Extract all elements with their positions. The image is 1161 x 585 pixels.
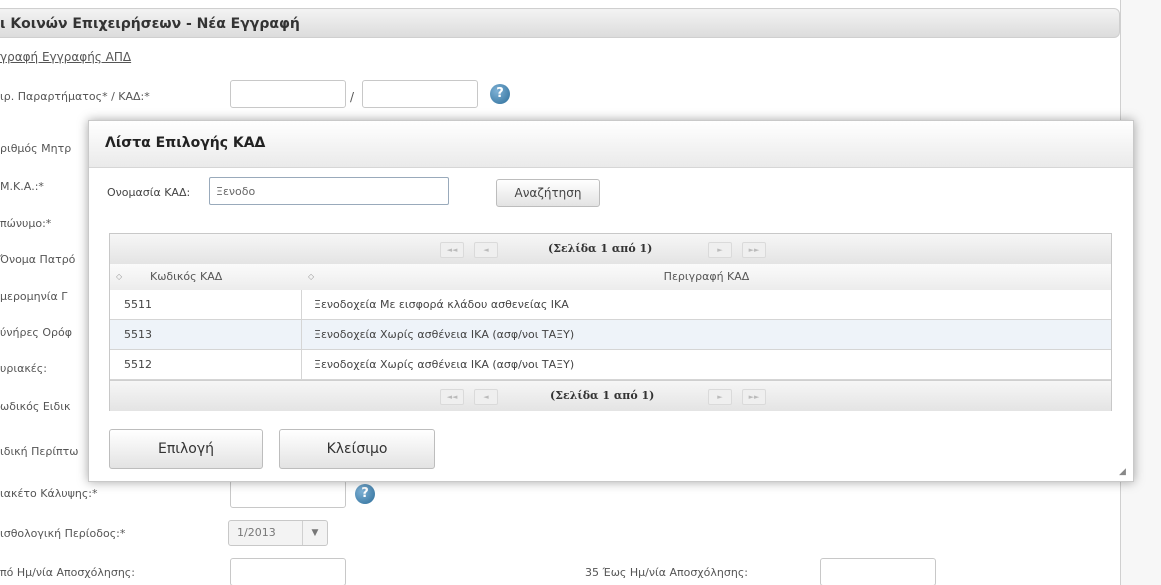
column-header-description[interactable]: Περιγραφή ΚΑΔ (302, 264, 1111, 290)
column-header-code[interactable]: Κωδικός ΚΑΔ (150, 264, 300, 290)
next-page-icon[interactable]: ► (708, 242, 732, 258)
pager-bottom: ◄◄ ◄ (Σελίδα 1 από 1) ► ►► (110, 380, 1111, 411)
pager-top: ◄◄ ◄ (Σελίδα 1 από 1) ► ►► (110, 234, 1111, 265)
field-separator: / (350, 90, 355, 104)
search-label: Ονομασία ΚΑΔ: (107, 186, 191, 199)
field-label-amka: Μ.Κ.Α.:* (0, 180, 44, 193)
resize-grip-icon[interactable]: ◢ (1119, 467, 1129, 477)
field-label-special-case: ιδική Περίπτω (0, 445, 79, 458)
select-button[interactable]: Επιλογή (109, 429, 263, 469)
app-window: ι Κοινών Επιχειρήσεων - Νέα Εγγραφή γραφ… (0, 0, 1161, 585)
field-label-branch-kad: ιρ. Παραρτήματος* / ΚΑΔ:* (0, 90, 150, 103)
breadcrumb-link[interactable]: γραφή Εγγραφής ΑΠΔ (0, 50, 131, 64)
page-title: ι Κοινών Επιχειρήσεων - Νέα Εγγραφή (0, 16, 300, 32)
table-row[interactable]: 5511 Ξενοδοχεία Με εισφορά κλάδου ασθενε… (110, 290, 1111, 320)
cell-kad-description: Ξενοδοχεία Χωρίς ασθένεια ΙΚΑ (ασφ/νοι Τ… (314, 328, 575, 341)
payroll-period-select[interactable]: 1/2013 ▼ (228, 520, 328, 546)
employment-end-input[interactable] (820, 558, 936, 585)
employment-start-input[interactable] (230, 558, 346, 585)
field-label-date: μερομηνία Γ (0, 290, 68, 303)
first-page-icon[interactable]: ◄◄ (440, 242, 464, 258)
help-icon[interactable]: ? (490, 84, 510, 104)
pager-info: (Σελίδα 1 από 1) (550, 389, 655, 402)
cell-kad-code: 5512 (110, 350, 302, 380)
grid-header: ◇ Κωδικός ΚΑΔ ◇ Περιγραφή ΚΑΔ (110, 264, 1111, 291)
cell-kad-code: 5511 (110, 290, 302, 320)
sort-icon[interactable]: ◇ (116, 272, 122, 281)
cell-kad-description: Ξενοδοχεία Χωρίς ασθένεια ΙΚΑ (ασφ/νοι Τ… (314, 358, 575, 371)
field-label-father-name: Όνομα Πατρό (0, 253, 76, 266)
dialog-titlebar[interactable]: Λίστα Επιλογής ΚΑΔ (89, 121, 1133, 168)
kad-input[interactable] (362, 80, 478, 108)
field-label-sundays: υριακές: (0, 362, 47, 375)
kad-selection-dialog: Λίστα Επιλογής ΚΑΔ Ονομασία ΚΑΔ: Αναζήτη… (88, 120, 1134, 482)
last-page-icon[interactable]: ►► (742, 389, 766, 405)
first-page-icon[interactable]: ◄◄ (440, 389, 464, 405)
help-icon[interactable]: ? (355, 484, 375, 504)
field-label-hours: ύνήρες Ορόφ (0, 326, 72, 339)
coverage-package-input[interactable] (230, 480, 346, 508)
field-label-coverage-package: ιακέτο Κάλυψης:* (0, 487, 98, 500)
field-label-payroll-period: ισθολογική Περίοδος:* (0, 527, 126, 540)
field-label-registry-number: ριθμός Μητρ (0, 142, 72, 155)
table-row[interactable]: 5513 Ξενοδοχεία Χωρίς ασθένεια ΙΚΑ (ασφ/… (110, 320, 1111, 350)
chevron-down-icon[interactable]: ▼ (302, 521, 327, 545)
branch-number-input[interactable] (230, 80, 346, 108)
field-label-employment-start: πό Ημ/νία Αποσχόλησης: (0, 566, 135, 579)
last-page-icon[interactable]: ►► (742, 242, 766, 258)
close-button[interactable]: Κλείσιμο (279, 429, 435, 469)
prev-page-icon[interactable]: ◄ (474, 242, 498, 258)
field-label-special-code: ωδικός Ειδικ (0, 400, 71, 413)
dialog-title: Λίστα Επιλογής ΚΑΔ (105, 135, 266, 151)
pager-info: (Σελίδα 1 από 1) (548, 242, 653, 255)
field-label-employment-end: 35 Έως Ημ/νία Αποσχόλησης: (585, 566, 748, 579)
field-label-surname: πώνυμο:* (0, 217, 52, 230)
table-row[interactable]: 5512 Ξενοδοχεία Χωρίς ασθένεια ΙΚΑ (ασφ/… (110, 350, 1111, 380)
search-input[interactable] (209, 177, 449, 205)
cell-kad-code: 5513 (110, 320, 302, 350)
page-header-bar: ι Κοινών Επιχειρήσεων - Νέα Εγγραφή (0, 8, 1120, 38)
kad-results-grid: ◄◄ ◄ (Σελίδα 1 από 1) ► ►► ◇ Κωδικός ΚΑΔ… (109, 233, 1112, 411)
cell-kad-description: Ξενοδοχεία Με εισφορά κλάδου ασθενείας Ι… (314, 298, 569, 311)
prev-page-icon[interactable]: ◄ (474, 389, 498, 405)
search-button[interactable]: Αναζήτηση (496, 179, 600, 207)
next-page-icon[interactable]: ► (708, 389, 732, 405)
payroll-period-value: 1/2013 (237, 526, 276, 539)
